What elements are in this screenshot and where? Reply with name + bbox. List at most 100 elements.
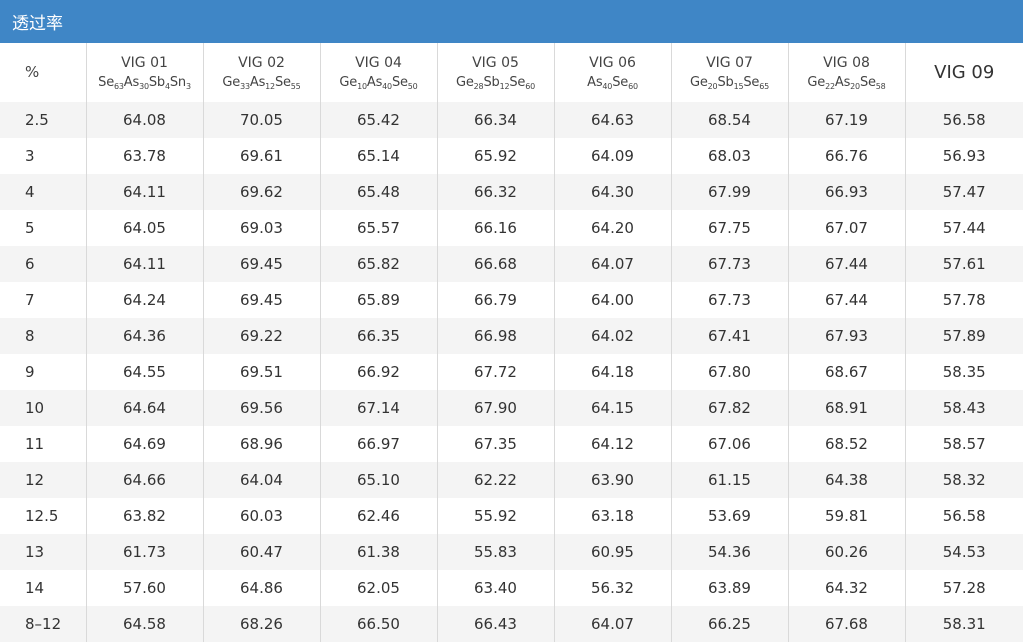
- row-label: 8: [25, 327, 35, 345]
- row-label: 10: [25, 399, 45, 417]
- table-row: 13 61.73 60.47 61.38 55.83 60.95 54.36 60.26 54.…: [0, 534, 1023, 570]
- element-symbol: Ge: [690, 74, 708, 90]
- element-subscript: 30: [139, 81, 149, 91]
- table-cell: 67.80: [670, 354, 788, 390]
- table-cell: 69.03: [202, 210, 320, 246]
- row-label: 5: [25, 219, 35, 237]
- table-cell: 68.67: [787, 354, 905, 390]
- table-cell: 63.82: [85, 498, 203, 534]
- table-cell: 63.78: [85, 138, 203, 174]
- table-cell: 68.26: [202, 606, 320, 642]
- table-cell: 63.40: [436, 570, 554, 606]
- element-subscript: 12: [265, 81, 275, 91]
- table-cell: 63.89: [670, 570, 788, 606]
- table-cell: 69.22: [202, 318, 320, 354]
- table-cell: 66.93: [787, 174, 905, 210]
- element-symbol: As: [587, 74, 603, 90]
- element-symbol: Se: [859, 74, 876, 90]
- element-symbol: Sn: [169, 74, 186, 90]
- table-cell: 64.09: [553, 138, 671, 174]
- table-cell: 64.24: [85, 282, 203, 318]
- table-cell: 67.07: [787, 210, 905, 246]
- table-cell: 57.61: [904, 246, 1023, 282]
- table-cell: 67.99: [670, 174, 788, 210]
- table-cell: 65.92: [436, 138, 554, 174]
- table-cell: 65.57: [319, 210, 437, 246]
- table-cell: 54.53: [904, 534, 1023, 570]
- table-cell: 64.32: [787, 570, 905, 606]
- table-cell: 58.32: [904, 462, 1023, 498]
- table-cell: 58.57: [904, 426, 1023, 462]
- table-cell: 67.68: [787, 606, 905, 642]
- table-cell: 63.90: [553, 462, 671, 498]
- element-symbol: Ge: [339, 74, 358, 90]
- table-cell: 65.48: [319, 174, 437, 210]
- table-cell: 64.36: [85, 318, 203, 354]
- table-cell: 67.75: [670, 210, 788, 246]
- table-cell: 58.31: [904, 606, 1023, 642]
- element-subscript: 60: [628, 81, 638, 91]
- table-cell: 66.50: [319, 606, 437, 642]
- table-row: 14 57.60 64.86 62.05 63.40 56.32 63.89 64.32 57.…: [0, 570, 1023, 606]
- element-subscript: 22: [825, 81, 835, 91]
- element-subscript: 65: [759, 81, 769, 91]
- row-label: 12.5: [25, 507, 59, 525]
- table-cell: 65.89: [319, 282, 437, 318]
- table-row: 10 64.64 69.56 67.14 67.90 64.15 67.82 68.91 58.…: [0, 390, 1023, 426]
- table-cell: 66.68: [436, 246, 554, 282]
- column-formula: Se63As30Sb4Sn3: [87, 73, 203, 92]
- table-cell: 60.95: [553, 534, 671, 570]
- column-formula: Ge20Sb15Se65: [672, 73, 788, 92]
- title-bar: 透过率: [0, 0, 1023, 43]
- table-cell: 54.36: [670, 534, 788, 570]
- table-cell: 64.07: [553, 606, 671, 642]
- header-row: % VIG 01 Se63As30Sb4Sn3 VIG 02 Ge33As12Se55…: [0, 43, 1023, 102]
- table-cell: 68.54: [670, 102, 788, 138]
- column-header: VIG 07 Ge20Sb15Se65: [670, 43, 788, 102]
- element-symbol: Se: [274, 74, 291, 90]
- table-cell: 64.18: [553, 354, 671, 390]
- table-cell: 66.16: [436, 210, 554, 246]
- column-name: VIG 05: [472, 54, 519, 71]
- row-label: 4: [25, 183, 35, 201]
- table-cell: 67.41: [670, 318, 788, 354]
- table-cell: 64.11: [85, 174, 203, 210]
- column-name: VIG 09: [934, 62, 995, 83]
- element-symbol: Se: [391, 74, 408, 90]
- table-row: 5 64.05 69.03 65.57 66.16 64.20 67.75 67.07 57.4…: [0, 210, 1023, 246]
- table-cell: 64.64: [85, 390, 203, 426]
- table-cell: 64.55: [85, 354, 203, 390]
- table-row: 8 64.36 69.22 66.35 66.98 64.02 67.41 67.93 57.8…: [0, 318, 1023, 354]
- table-cell: 57.78: [904, 282, 1023, 318]
- column-header: VIG 04 Ge10As40Se50: [319, 43, 437, 102]
- element-symbol: As: [366, 74, 383, 90]
- table-cell: 57.47: [904, 174, 1023, 210]
- table-row: 2.5 64.08 70.05 65.42 66.34 64.63 68.54 67.19 56…: [0, 102, 1023, 138]
- table-cell: 67.14: [319, 390, 437, 426]
- table-cell: 68.91: [787, 390, 905, 426]
- table-cell: 56.93: [904, 138, 1023, 174]
- table-cell: 62.46: [319, 498, 437, 534]
- table-cell: 66.98: [436, 318, 554, 354]
- table-cell: 66.35: [319, 318, 437, 354]
- table-cell: 66.32: [436, 174, 554, 210]
- table-cell: 64.05: [85, 210, 203, 246]
- table-cell: 64.04: [202, 462, 320, 498]
- row-label: 6: [25, 255, 35, 273]
- column-name: VIG 01: [121, 54, 168, 71]
- row-label: 8–12: [25, 615, 62, 633]
- column-name: VIG 08: [823, 54, 870, 71]
- column-header: VIG 01 Se63As30Sb4Sn3: [85, 43, 203, 102]
- table-cell: 67.73: [670, 246, 788, 282]
- element-symbol: Sb: [483, 74, 500, 90]
- table-cell: 66.43: [436, 606, 554, 642]
- table-cell: 66.97: [319, 426, 437, 462]
- table-cell: 58.43: [904, 390, 1023, 426]
- column-formula: Ge33As12Se55: [204, 73, 320, 92]
- row-label: 12: [25, 471, 45, 489]
- element-subscript: 10: [357, 81, 367, 91]
- element-subscript: 55: [290, 81, 301, 91]
- table-row: 8–12 64.58 68.26 66.50 66.43 64.07 66.25 67.68 5…: [0, 606, 1023, 642]
- table-cell: 67.19: [787, 102, 905, 138]
- table-cell: 59.81: [787, 498, 905, 534]
